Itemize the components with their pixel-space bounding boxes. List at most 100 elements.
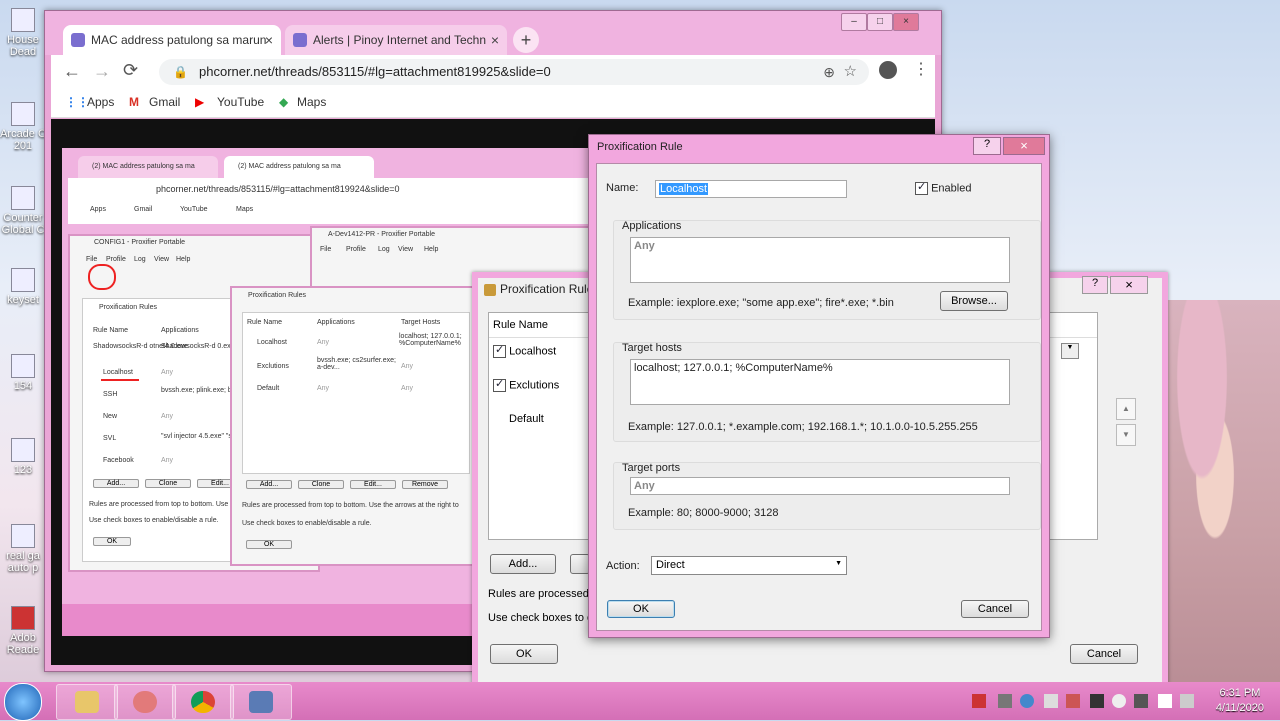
clock[interactable]: 6:31 PM 4/11/2020 xyxy=(1216,686,1264,716)
rule-row[interactable]: Localhost xyxy=(493,343,556,358)
lock-icon: 🔒 xyxy=(173,65,188,79)
help-button[interactable]: ? xyxy=(973,137,1001,155)
forward-icon[interactable]: → xyxy=(93,61,111,82)
tray-icon[interactable] xyxy=(1020,694,1034,708)
target-ports-group: Target ports Any Example: 80; 8000-9000;… xyxy=(613,462,1041,530)
embedded-rules-window: Proxification Rules Rule Name Applicatio… xyxy=(230,286,474,566)
file-icon xyxy=(11,524,35,548)
url-text: phcorner.net/threads/853115/#lg=attachme… xyxy=(199,64,551,79)
close-tab-icon[interactable]: × xyxy=(491,25,499,55)
browser-toolbar: ← → ⟳ 🔒 phcorner.net/threads/853115/#lg=… xyxy=(51,55,935,89)
embedded-toolbar: phcorner.net/threads/853115/#lg=attachme… xyxy=(68,178,596,224)
browse-button[interactable]: Browse... xyxy=(940,291,1008,311)
add-rule-button[interactable]: Add... xyxy=(490,554,556,574)
column-rule-name: Rule Name xyxy=(493,319,549,331)
cancel-button[interactable]: Cancel xyxy=(961,600,1029,618)
bookmark-star-icon[interactable]: ☆ xyxy=(844,59,857,85)
checkbox-box[interactable] xyxy=(915,180,928,195)
app-icon xyxy=(11,8,35,32)
move-up-button[interactable]: ▲ xyxy=(1116,398,1136,420)
tray-icon[interactable] xyxy=(1066,694,1080,708)
menu-icon[interactable]: ⋮ xyxy=(913,59,929,79)
taskbar-app[interactable] xyxy=(114,684,176,720)
app-icon xyxy=(133,691,157,713)
desktop-icon-counter-global[interactable]: Counter Global C xyxy=(0,186,46,236)
help-button[interactable]: ? xyxy=(1082,276,1108,294)
new-tab-button[interactable]: + xyxy=(513,27,539,53)
close-button[interactable]: × xyxy=(1110,276,1148,294)
target-ports-example: Example: 80; 8000-9000; 3128 xyxy=(628,507,779,519)
applications-group: Applications Any Example: iexplore.exe; … xyxy=(613,220,1041,320)
clone-button[interactable] xyxy=(570,554,590,574)
target-hosts-example: Example: 127.0.0.1; *.example.com; 192.1… xyxy=(628,421,978,433)
start-button[interactable] xyxy=(4,683,42,721)
name-input[interactable]: Localhost xyxy=(655,180,847,198)
bookmark-apps[interactable]: Apps xyxy=(87,95,114,109)
embedded-tab: (2) MAC address patulong sa ma xyxy=(78,156,218,178)
bookmark-gmail[interactable]: Gmail xyxy=(149,95,180,109)
wallpaper-portrait xyxy=(1150,300,1280,690)
tray-icon[interactable] xyxy=(1090,694,1104,708)
maximize-button[interactable]: □ xyxy=(867,13,893,31)
tab-alerts[interactable]: Alerts | Pinoy Internet and Techn × xyxy=(285,25,507,55)
reload-icon[interactable]: ⟳ xyxy=(123,60,138,81)
proxifier-icon xyxy=(249,691,273,713)
back-icon[interactable]: ← xyxy=(63,61,81,82)
apps-icon: ⋮⋮ xyxy=(65,95,89,109)
close-button[interactable]: × xyxy=(1003,137,1045,155)
enable-checkbox[interactable] xyxy=(493,377,506,392)
minimize-button[interactable]: – xyxy=(841,13,867,31)
flag-icon[interactable] xyxy=(1158,694,1172,708)
desktop-icon-123[interactable]: 123 xyxy=(0,438,46,476)
ok-button[interactable]: OK xyxy=(490,644,558,664)
enabled-checkbox[interactable]: Enabled xyxy=(915,180,971,195)
rules-note: Use check boxes to en xyxy=(488,612,600,624)
rule-row[interactable]: Default xyxy=(509,413,544,425)
rule-row[interactable]: Exclutions xyxy=(493,377,559,392)
youtube-icon: ▶ xyxy=(195,95,205,109)
target-ports-input[interactable]: Any xyxy=(630,477,1010,495)
target-hosts-input[interactable]: localhost; 127.0.0.1; %ComputerName% xyxy=(630,359,1010,405)
desktop-icon-adobe-reader[interactable]: Adob Reade xyxy=(0,606,46,656)
desktop-icon-154[interactable]: 154 xyxy=(0,354,46,392)
clock-date: 4/11/2020 xyxy=(1215,702,1264,714)
bookmarks-bar: ⋮⋮ Apps M Gmail ▶ YouTube ◆ Maps xyxy=(51,89,935,118)
tray-icon[interactable] xyxy=(1134,694,1148,708)
tray-icon[interactable] xyxy=(998,694,1012,708)
volume-icon[interactable] xyxy=(1180,694,1194,708)
adobe-reader-icon xyxy=(11,606,35,630)
maps-icon: ◆ xyxy=(279,95,289,109)
tray-icon[interactable] xyxy=(1044,694,1058,708)
gmail-icon: M xyxy=(129,95,139,109)
action-select[interactable]: Direct xyxy=(651,556,847,575)
address-bar[interactable]: 🔒 phcorner.net/threads/853115/#lg=attach… xyxy=(159,59,869,85)
cancel-button[interactable]: Cancel xyxy=(1070,644,1138,664)
file-icon xyxy=(11,354,35,378)
rules-note: Rules are processed fr xyxy=(488,588,599,600)
desktop-icon-house-dead[interactable]: House Dead xyxy=(0,8,46,58)
close-window-button[interactable]: × xyxy=(893,13,919,31)
dropdown-arrow-icon[interactable]: ▼ xyxy=(1061,343,1079,359)
taskbar-chrome[interactable] xyxy=(172,684,234,720)
applications-input[interactable]: Any xyxy=(630,237,1010,283)
bookmark-maps[interactable]: Maps xyxy=(297,95,326,109)
add-icon[interactable]: ⊕ xyxy=(823,59,835,85)
tray-icon[interactable] xyxy=(972,694,986,708)
app-icon xyxy=(11,186,35,210)
taskbar-explorer[interactable] xyxy=(56,684,118,720)
close-tab-icon[interactable]: × xyxy=(265,25,273,55)
desktop-icon-real-game[interactable]: real ga auto p xyxy=(0,524,46,574)
profile-icon[interactable] xyxy=(879,61,897,79)
proxification-rule-dialog: Proxification Rule ? × Name: Localhost E… xyxy=(588,134,1050,638)
ok-button[interactable]: OK xyxy=(607,600,675,618)
favicon-icon xyxy=(71,33,85,47)
taskbar-proxifier[interactable] xyxy=(230,684,292,720)
bookmark-youtube[interactable]: YouTube xyxy=(217,95,264,109)
tab-mac-address[interactable]: MAC address patulong sa marun × xyxy=(63,25,281,55)
desktop-icon-arcade[interactable]: Arcade C 201 xyxy=(0,102,46,152)
enable-checkbox[interactable] xyxy=(493,343,506,358)
tray-icon[interactable] xyxy=(1112,694,1126,708)
desktop-icon-keyset[interactable]: keyset xyxy=(0,268,46,306)
applications-example: Example: iexplore.exe; "some app.exe"; f… xyxy=(628,297,894,309)
move-down-button[interactable]: ▼ xyxy=(1116,424,1136,446)
